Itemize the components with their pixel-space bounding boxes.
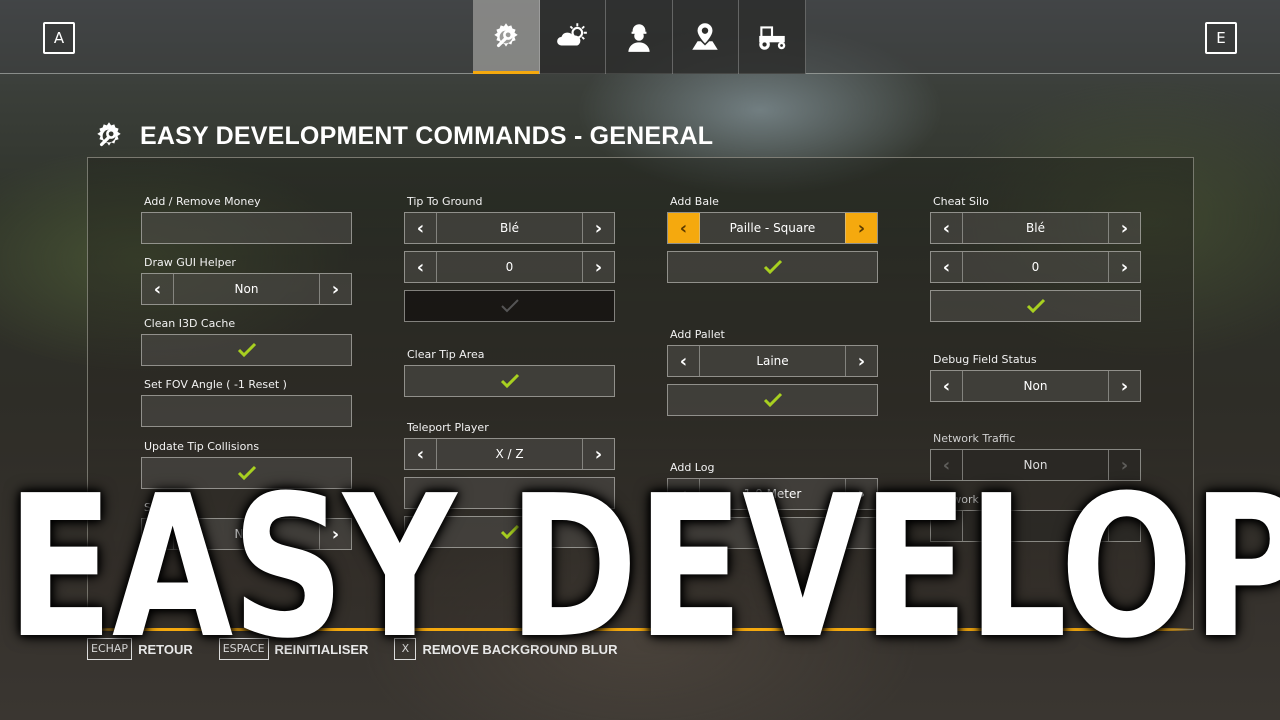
weather-icon [557,23,588,46]
add-pallet-group: Add Pallet ‹ Laine › [667,328,878,416]
chevron-left-icon[interactable]: ‹ [931,252,963,282]
cheat-silo-label: Cheat Silo [933,195,989,208]
checkmark-icon [500,373,519,389]
player-icon [628,24,650,52]
chevron-right-icon[interactable]: › [582,252,614,282]
chevron-right-icon[interactable]: › [1108,371,1140,401]
draw-gui-group: Draw GUI Helper ‹ Non › [141,256,352,305]
tip-amount-value: 0 [505,260,514,274]
prev-page-key[interactable]: A [43,22,75,54]
chevron-left-icon[interactable]: ‹ [931,213,963,243]
update-tip-label: Update Tip Collisions [144,440,260,453]
next-page-key[interactable]: E [1205,22,1237,54]
add-bale-selector[interactable]: ‹ Paille - Square › [667,212,878,244]
tip-to-ground-group: Tip To Ground ‹ Blé › ‹ 0 › [404,195,615,322]
network-traffic-label: Network Traffic [933,432,1016,445]
add-money-input[interactable] [141,212,352,244]
add-money-label: Add / Remove Money [144,195,261,208]
add-bale-value: Paille - Square [729,221,816,235]
set-fov-group: Set FOV Angle ( -1 Reset ) [141,378,352,427]
page-title: EASY DEVELOPMENT COMMANDS - GENERAL [140,121,714,150]
chevron-right-icon[interactable]: › [1108,252,1140,282]
add-money-group: Add / Remove Money [141,195,352,244]
chevron-right-icon[interactable]: › [319,274,351,304]
set-fov-input[interactable] [141,395,352,427]
draw-gui-selector[interactable]: ‹ Non › [141,273,352,305]
debug-field-group: Debug Field Status ‹ Non › [930,353,1141,402]
add-pallet-button[interactable] [667,384,878,416]
tab-vehicles[interactable] [739,0,806,74]
tab-map[interactable] [672,0,739,74]
draw-gui-value: Non [234,282,259,296]
add-pallet-value: Laine [756,354,789,368]
tab-player[interactable] [606,0,673,74]
add-bale-group: Add Bale ‹ Paille - Square › [667,195,878,283]
clean-i3d-label: Clean I3D Cache [144,317,236,330]
checkmark-icon [1026,298,1045,314]
tip-fill-type-selector[interactable]: ‹ Blé › [404,212,615,244]
tip-to-ground-button[interactable] [404,290,615,322]
teleport-label: Teleport Player [407,421,489,434]
chevron-left-icon[interactable]: ‹ [931,371,963,401]
cheat-silo-fill-selector[interactable]: ‹ Blé › [930,212,1141,244]
cheat-silo-amount-selector[interactable]: ‹ 0 › [930,251,1141,283]
chevron-left-icon[interactable]: ‹ [668,346,700,376]
chevron-left-icon[interactable]: ‹ [668,213,700,243]
tab-bar [473,0,806,74]
cheat-silo-button[interactable] [930,290,1141,322]
tab-general[interactable] [473,0,540,74]
cheat-silo-group: Cheat Silo ‹ Blé › ‹ 0 › [930,195,1141,322]
wrench-gear-icon [97,122,121,147]
tip-to-ground-label: Tip To Ground [407,195,483,208]
chevron-left-icon[interactable]: ‹ [405,213,437,243]
chevron-left-icon[interactable]: ‹ [142,274,174,304]
checkmark-icon [763,392,782,408]
clean-i3d-group: Clean I3D Cache [141,317,352,366]
cheat-silo-amount-value: 0 [1031,260,1040,274]
page-header: EASY DEVELOPMENT COMMANDS - GENERAL [92,119,713,153]
wrench-gear-icon [494,23,518,48]
tip-amount-selector[interactable]: ‹ 0 › [404,251,615,283]
set-fov-label: Set FOV Angle ( -1 Reset ) [144,378,287,391]
debug-field-label: Debug Field Status [933,353,1037,366]
clear-tip-group: Clear Tip Area [404,348,615,397]
clean-i3d-button[interactable] [141,334,352,366]
checkmark-icon [500,299,519,313]
add-bale-button[interactable] [667,251,878,283]
chevron-right-icon[interactable]: › [582,213,614,243]
tractor-icon [759,26,786,50]
clear-tip-button[interactable] [404,365,615,397]
chevron-right-icon[interactable]: › [1108,213,1140,243]
checkmark-icon [763,259,782,275]
draw-gui-label: Draw GUI Helper [144,256,236,269]
clear-tip-label: Clear Tip Area [407,348,485,361]
add-pallet-label: Add Pallet [670,328,725,341]
tip-fill-type-value: Blé [500,221,519,235]
title-overlay: EASY DEVELOPMENT [6,454,1280,682]
map-pin-icon [692,23,718,50]
debug-field-selector[interactable]: ‹ Non › [930,370,1141,402]
chevron-right-icon[interactable]: › [845,213,877,243]
add-pallet-selector[interactable]: ‹ Laine › [667,345,878,377]
cheat-silo-fill-value: Blé [1026,221,1045,235]
add-bale-label: Add Bale [670,195,719,208]
checkmark-icon [237,342,256,358]
tab-weather[interactable] [539,0,606,74]
chevron-left-icon[interactable]: ‹ [405,252,437,282]
debug-field-value: Non [1023,379,1048,393]
chevron-right-icon[interactable]: › [845,346,877,376]
top-bar: A E [0,0,1280,74]
